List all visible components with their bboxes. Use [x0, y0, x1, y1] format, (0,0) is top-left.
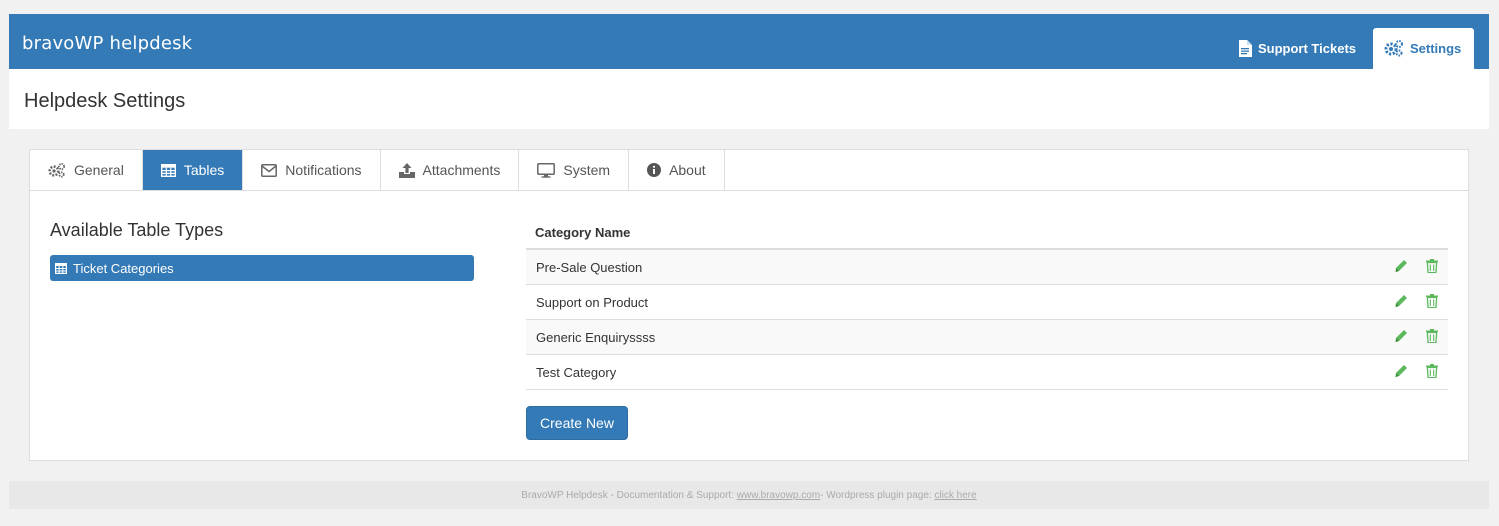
footer-prefix: BravoWP Helpdesk - Documentation & Suppo…: [521, 489, 734, 501]
tab-system[interactable]: System: [519, 150, 630, 190]
tab-system-label: System: [563, 162, 611, 178]
table-body: Pre-Sale Question Support on Product Gen…: [526, 250, 1448, 390]
footer-middle: - Wordpress plugin page:: [820, 489, 932, 501]
tab-attachments[interactable]: Attachments: [381, 150, 520, 190]
row-actions: [1394, 285, 1438, 319]
pencil-icon[interactable]: [1394, 364, 1408, 381]
nav-support-tickets[interactable]: Support Tickets: [1238, 28, 1372, 69]
pencil-icon[interactable]: [1394, 259, 1408, 276]
page-title: Helpdesk Settings: [24, 90, 186, 112]
page-header: Helpdesk Settings: [9, 69, 1489, 129]
table-row: Pre-Sale Question: [526, 250, 1448, 285]
upload-icon: [398, 162, 415, 178]
row-actions: [1394, 320, 1438, 354]
trash-icon[interactable]: [1426, 328, 1438, 346]
category-name-cell: Support on Product: [536, 294, 649, 310]
row-actions: [1394, 250, 1438, 284]
tab-general[interactable]: General: [30, 150, 143, 190]
nav-support-tickets-label: Support Tickets: [1258, 41, 1357, 56]
envelope-icon: [261, 163, 278, 177]
trash-icon[interactable]: [1426, 258, 1438, 276]
settings-card: General Tables Notifications Attachments…: [29, 149, 1469, 461]
tab-tables-label: Tables: [183, 162, 225, 178]
trash-icon[interactable]: [1426, 293, 1438, 311]
row-actions: [1394, 355, 1438, 389]
column-header-category-name: Category Name: [526, 216, 1448, 250]
gears-icon: [1384, 40, 1404, 57]
tab-tables[interactable]: Tables: [142, 150, 244, 190]
top-bar: bravoWP helpdesk Support Tickets Setting…: [9, 14, 1489, 69]
settings-tabs: General Tables Notifications Attachments…: [30, 150, 1468, 191]
trash-icon[interactable]: [1426, 363, 1438, 381]
brand-logo[interactable]: bravoWP helpdesk: [22, 33, 192, 54]
tab-attachments-label: Attachments: [422, 162, 501, 178]
category-name-cell: Generic Enquiryssss: [536, 329, 656, 345]
categories-table: Category Name Pre-Sale Question Support …: [526, 216, 1448, 390]
gears-icon: [48, 162, 66, 178]
table-icon: [55, 262, 67, 274]
footer: BravoWP Helpdesk - Documentation & Suppo…: [9, 481, 1489, 509]
available-table-types-title: Available Table Types: [50, 220, 224, 240]
footer-plugin-page-link[interactable]: click here: [934, 490, 976, 501]
tab-notifications-label: Notifications: [285, 162, 362, 178]
category-name-cell: Test Category: [536, 364, 617, 380]
table-row: Support on Product: [526, 285, 1448, 320]
table-type-ticket-categories[interactable]: Ticket Categories: [50, 255, 474, 281]
nav-settings-label: Settings: [1410, 41, 1462, 56]
table-icon: [160, 163, 176, 177]
pencil-icon[interactable]: [1394, 294, 1408, 311]
monitor-icon: [537, 162, 556, 178]
info-icon: [647, 163, 662, 177]
create-new-button[interactable]: Create New: [526, 406, 628, 440]
category-name-cell: Pre-Sale Question: [536, 259, 643, 275]
tab-general-label: General: [74, 162, 124, 178]
table-row: Test Category: [526, 355, 1448, 390]
pencil-icon[interactable]: [1394, 329, 1408, 346]
document-icon: [1238, 40, 1252, 57]
tab-about[interactable]: About: [629, 150, 725, 190]
table-type-label: Ticket Categories: [73, 260, 174, 276]
table-row: Generic Enquiryssss: [526, 320, 1448, 355]
tab-about-label: About: [669, 162, 706, 178]
nav-settings[interactable]: Settings: [1373, 28, 1474, 69]
footer-website-link[interactable]: www.bravowp.com: [737, 490, 820, 501]
tab-notifications[interactable]: Notifications: [243, 150, 381, 190]
